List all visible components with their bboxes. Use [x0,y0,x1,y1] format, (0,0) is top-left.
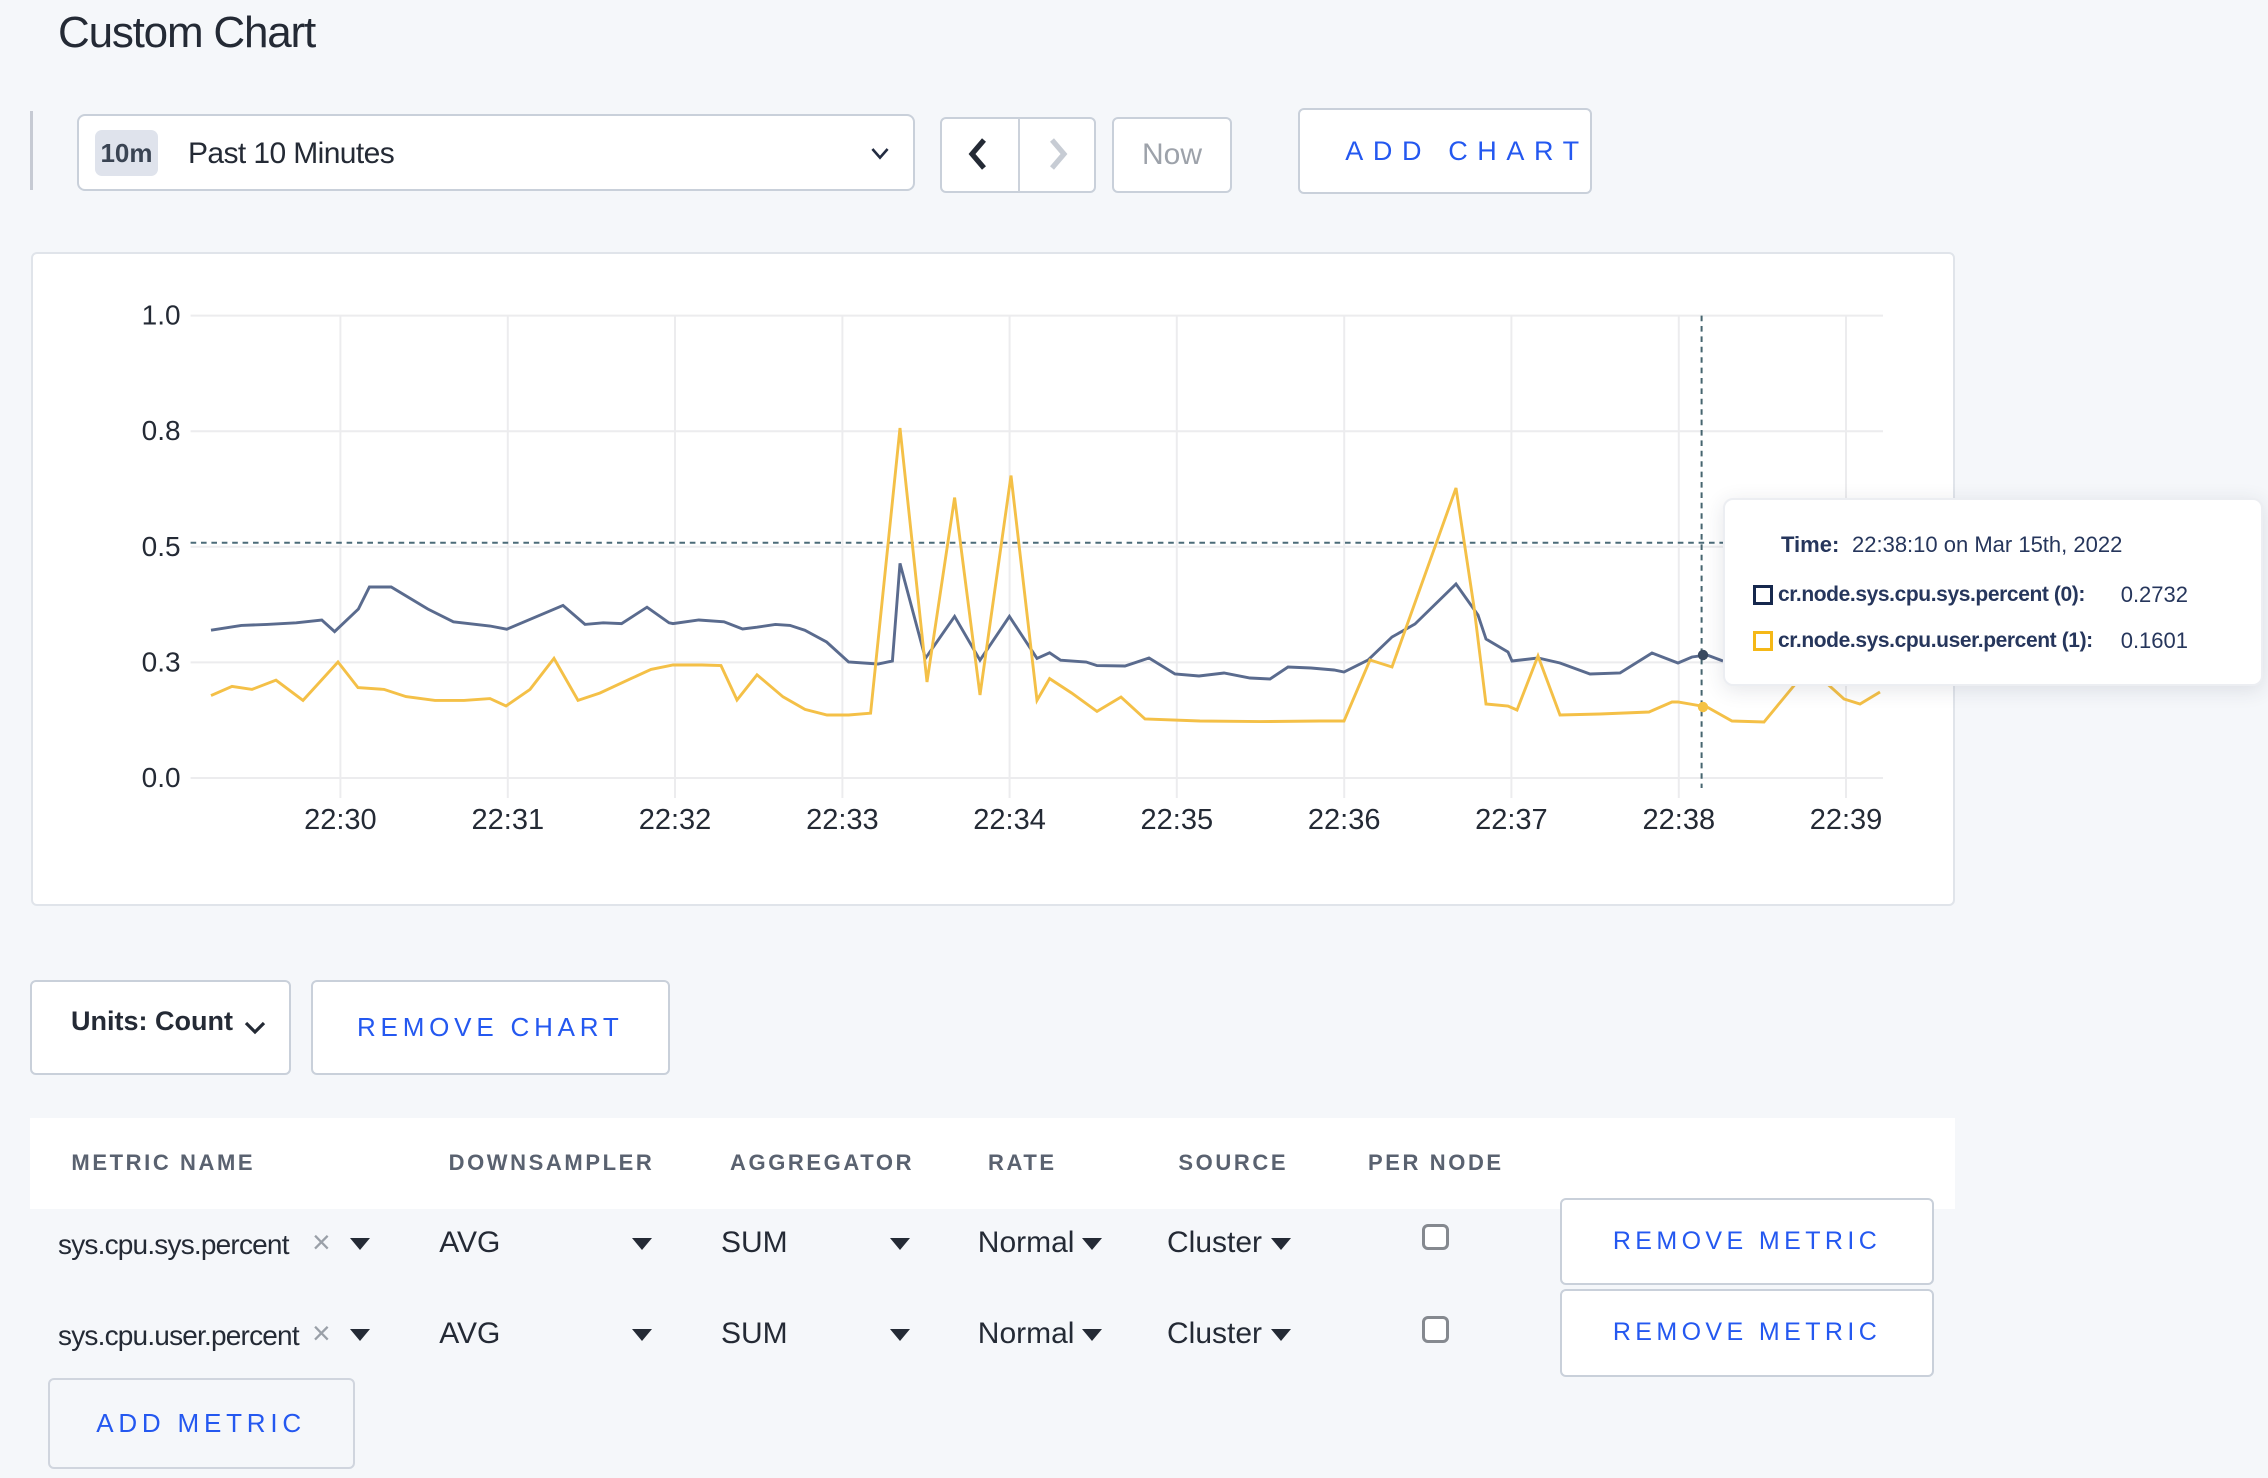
svg-text:22:32: 22:32 [639,804,712,836]
svg-text:0.8: 0.8 [142,415,181,446]
svg-text:1.0: 1.0 [142,300,181,331]
svg-text:0.0: 0.0 [142,762,181,793]
svg-text:22:30: 22:30 [304,804,377,836]
svg-text:22:35: 22:35 [1141,804,1214,836]
svg-text:0.5: 0.5 [142,531,181,562]
svg-text:22:37: 22:37 [1475,804,1548,836]
svg-text:22:34: 22:34 [973,804,1046,836]
svg-text:22:39: 22:39 [1810,804,1883,836]
svg-text:22:33: 22:33 [806,804,879,836]
svg-text:22:38: 22:38 [1643,804,1716,836]
svg-text:22:36: 22:36 [1308,804,1381,836]
svg-text:0.3: 0.3 [142,646,181,677]
svg-text:22:31: 22:31 [472,804,545,836]
